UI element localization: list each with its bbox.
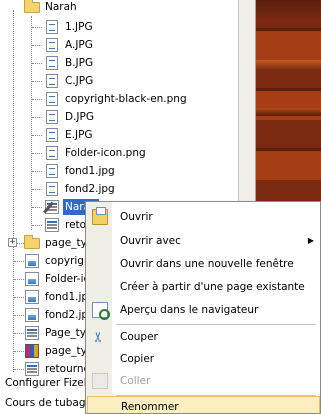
tree-file-folder-ic[interactable]: Folder-ic	[24, 270, 91, 288]
paste-icon	[92, 373, 108, 389]
tree-guide-line	[13, 10, 14, 242]
tree-file-label: copyright-black-en.png	[65, 93, 187, 105]
expand-icon[interactable]: +	[8, 238, 17, 247]
folder-icon	[24, 235, 40, 251]
image-icon	[24, 253, 40, 269]
tree-file-label: C.JPG	[65, 75, 94, 87]
menu-item-ouvrir-nouvelle-fenetre[interactable]: Ouvrir dans une nouvelle fenêtre	[87, 253, 320, 275]
image-file-icon	[44, 109, 60, 125]
menu-separator	[116, 324, 316, 325]
open-icon	[92, 207, 108, 225]
tree-file-b-jpg[interactable]: B.JPG	[44, 54, 95, 72]
menu-item-label: Créer à partir d'une page existante	[120, 281, 305, 293]
tree-file-label: A.JPG	[65, 39, 93, 51]
tree-file-e-jpg[interactable]: E.JPG	[44, 126, 95, 144]
preview-icon	[92, 302, 110, 320]
tree-file-d-jpg[interactable]: D.JPG	[44, 108, 96, 126]
menu-item-label: Renommer	[121, 401, 179, 413]
tree-folder-label: Narah	[45, 1, 77, 13]
tree-file-label: D.JPG	[65, 111, 94, 123]
tree-file-fond2[interactable]: fond2.jp	[24, 306, 90, 324]
menu-item-ouvrir-avec[interactable]: Ouvrir avec ▶	[87, 230, 320, 252]
tree-file-label: fond1.jp	[45, 291, 89, 303]
image-icon	[24, 289, 40, 305]
tree-file-label: fond2.jp	[45, 309, 89, 321]
tree-file-label: fond1.jpg	[65, 165, 115, 177]
tree-file-label: B.JPG	[65, 57, 94, 69]
menu-item-ouvrir[interactable]: Ouvrir	[87, 206, 320, 228]
tree-file-label: Folder-icon.png	[65, 147, 146, 159]
image-icon	[24, 307, 40, 323]
html-file-icon	[44, 217, 60, 233]
folder-icon	[24, 0, 40, 15]
tree-folder-page-ty[interactable]: page_ty	[24, 234, 89, 252]
tree-file-label: fond2.jpg	[65, 183, 115, 195]
tree-file-fond2-jpg[interactable]: fond2.jpg	[44, 180, 117, 198]
tree-file-folder-icon-png[interactable]: Folder-icon.png	[44, 144, 148, 162]
cut-icon	[92, 329, 108, 345]
tree-file-a-jpg[interactable]: A.JPG	[44, 36, 95, 54]
submenu-arrow-icon: ▶	[307, 236, 314, 245]
menu-item-label: Aperçu dans le navigateur	[120, 304, 259, 316]
image-file-icon	[44, 127, 60, 143]
tree-file-label: page_ty	[45, 345, 87, 357]
image-file-icon	[44, 145, 60, 161]
image-file-icon	[44, 37, 60, 53]
image-file-icon	[44, 181, 60, 197]
tree-file-page-ty-html[interactable]: Page_ty	[24, 324, 88, 342]
menu-item-label: Ouvrir dans une nouvelle fenêtre	[120, 258, 294, 270]
tree-file-fond1-jpg[interactable]: fond1.jpg	[44, 162, 117, 180]
tree-file-fond1[interactable]: fond1.jp	[24, 288, 90, 306]
tree-item-configurer-fizelle[interactable]: Configurer Fizelle	[5, 375, 96, 392]
menu-item-label: Copier	[120, 353, 155, 365]
html-icon	[24, 325, 40, 341]
tree-file-label: Page_ty	[45, 327, 87, 339]
tree-guide-line	[31, 16, 32, 230]
image-file-icon	[44, 73, 60, 89]
html-edit-icon	[43, 199, 60, 215]
menu-item-creer-page-existante[interactable]: Créer à partir d'une page existante	[87, 276, 320, 298]
image-file-icon	[44, 91, 60, 107]
tree-file-label: 1.JPG	[65, 21, 93, 33]
tree-file-c-jpg[interactable]: C.JPG	[44, 72, 95, 90]
menu-item-label: Ouvrir	[120, 211, 153, 223]
image-file-icon	[44, 55, 60, 71]
tree-folder-label: page_ty	[45, 237, 87, 249]
menu-item-apercu-navigateur[interactable]: Aperçu dans le navigateur	[87, 299, 320, 321]
menu-item-coller[interactable]: Coller	[87, 370, 320, 392]
tree-folder-narah[interactable]: Narah	[24, 0, 79, 16]
image-file-icon	[44, 163, 60, 179]
context-menu: Ouvrir Ouvrir avec ▶ Ouvrir dans une nou…	[85, 201, 321, 414]
tree-file-copyright-png[interactable]: copyright-black-en.png	[44, 90, 189, 108]
image-file-icon	[44, 19, 60, 35]
menu-item-couper[interactable]: Couper	[87, 326, 320, 348]
tree-file-1-jpg[interactable]: 1.JPG	[44, 18, 95, 36]
tree-item-cours-de-tubage[interactable]: Cours de tubage	[5, 395, 92, 412]
rar-icon	[24, 343, 40, 359]
menu-item-renommer[interactable]: Renommer	[87, 396, 320, 413]
menu-item-label: Coller	[120, 375, 151, 387]
menu-item-label: Ouvrir avec	[120, 235, 181, 247]
tree-file-label: E.JPG	[65, 129, 93, 141]
tree-file-page-ty-rar[interactable]: page_ty	[24, 342, 89, 360]
menu-item-label: Couper	[120, 331, 158, 343]
menu-item-copier[interactable]: Copier	[87, 348, 320, 370]
tree-file-copyright[interactable]: copyrigh	[24, 252, 93, 270]
image-icon	[24, 271, 40, 287]
